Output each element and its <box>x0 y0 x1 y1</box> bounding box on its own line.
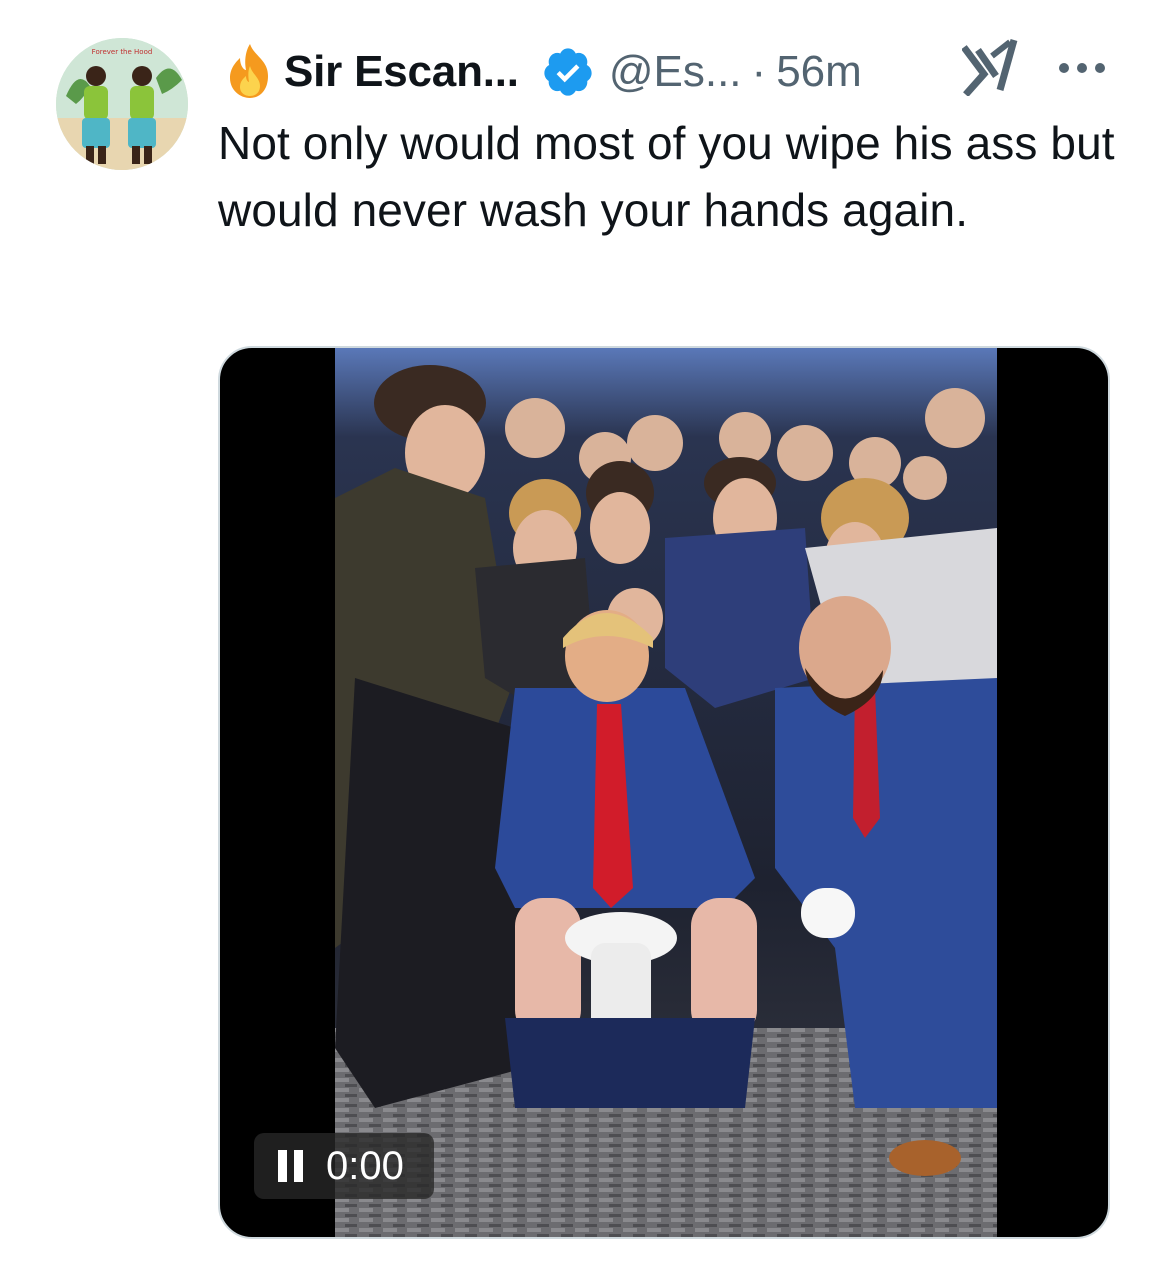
avatar-caption: Forever the Hood <box>92 48 153 56</box>
fire-icon <box>230 44 268 98</box>
video-player[interactable] <box>218 346 1110 1239</box>
author-avatar[interactable]: Forever the Hood <box>56 38 188 170</box>
more-options-icon[interactable] <box>1056 54 1108 82</box>
grok-icon[interactable] <box>962 36 1020 96</box>
video-still-image <box>335 348 997 1237</box>
tweet-card[interactable]: Forever the Hood Sir Escan... @Es... · 5 <box>0 0 1170 1275</box>
video-controls: 0:00 <box>254 1133 434 1199</box>
tweet-text: Not only would most of you wipe his ass … <box>218 117 1115 236</box>
verified-badge-icon[interactable] <box>541 45 595 99</box>
tweet-timestamp[interactable]: 56m <box>776 47 862 97</box>
author-handle[interactable]: @Es... <box>609 47 742 97</box>
author-display-name[interactable]: Sir Escan... <box>284 47 519 97</box>
pause-icon[interactable] <box>272 1146 312 1186</box>
video-frame[interactable] <box>335 348 997 1237</box>
avatar-image: Forever the Hood <box>56 38 188 170</box>
separator-dot: · <box>751 47 767 96</box>
video-time: 0:00 <box>326 1143 404 1188</box>
